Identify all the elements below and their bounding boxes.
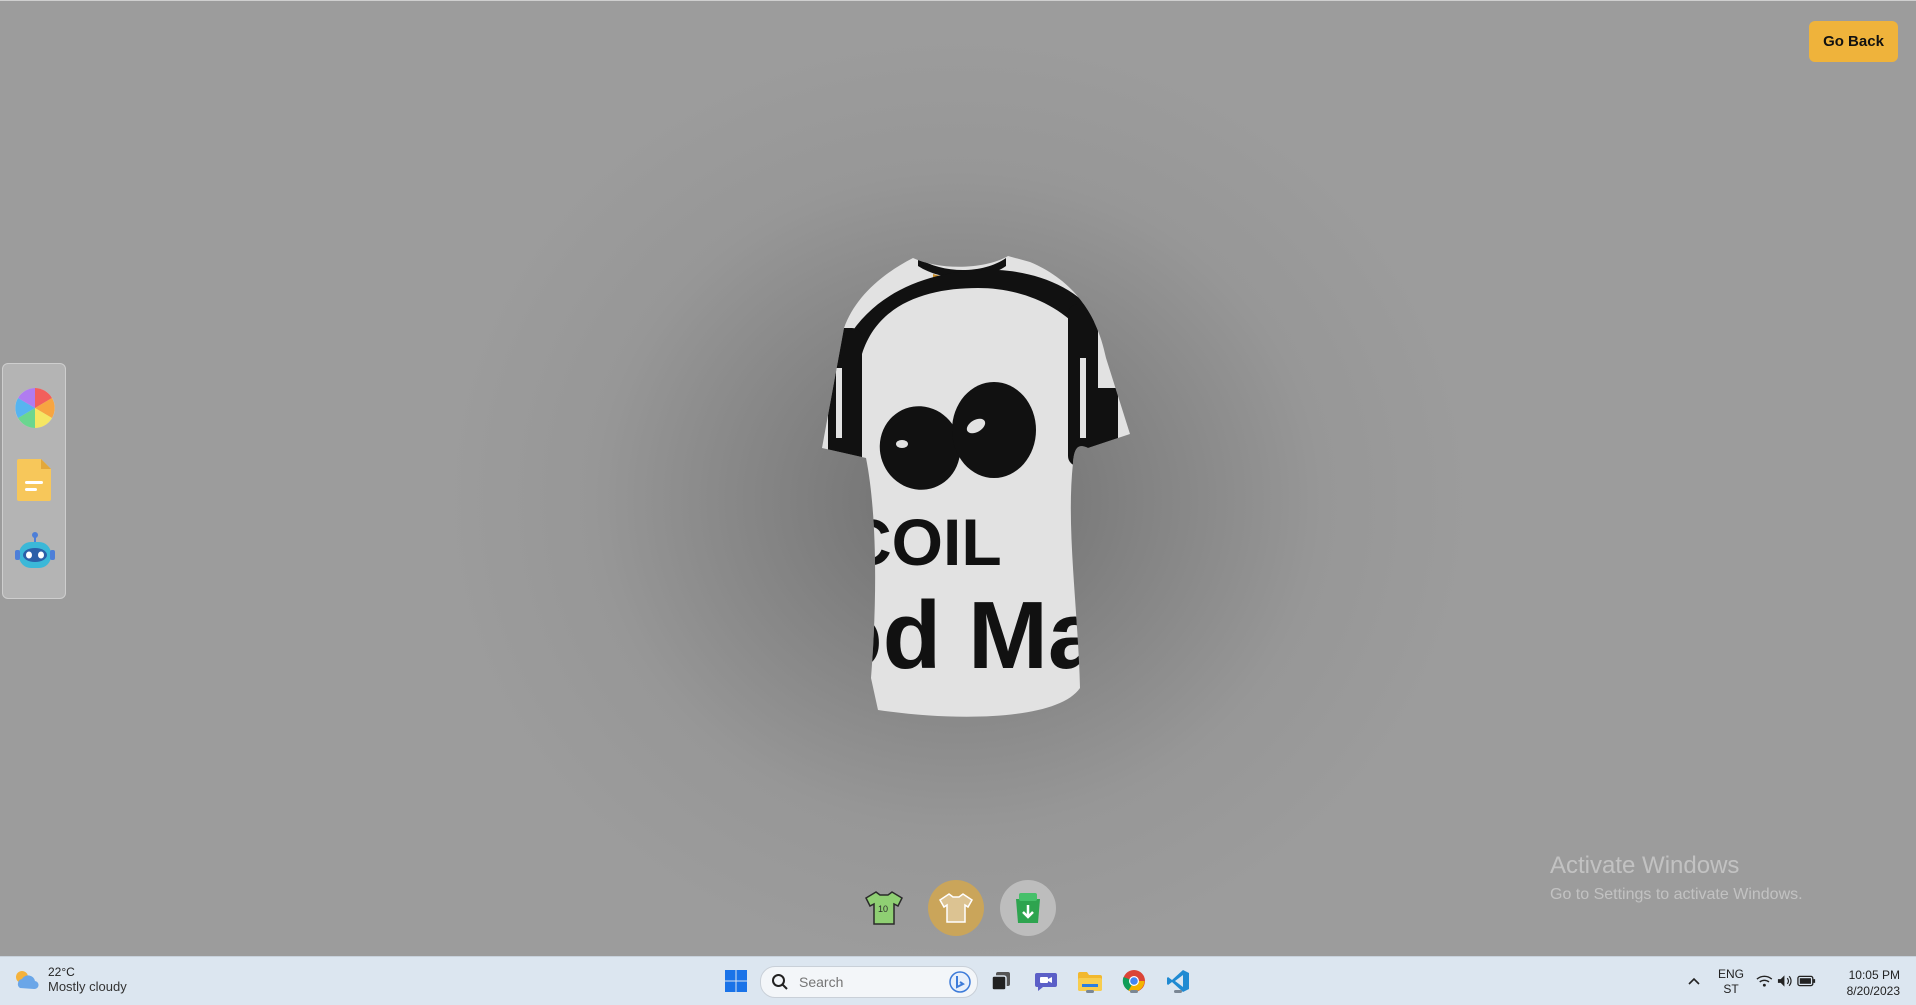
taskbar-clock[interactable]: 10:05 PM 8/20/2023 — [1838, 967, 1900, 999]
file-explorer-button[interactable] — [1076, 967, 1104, 995]
chat-icon — [1035, 973, 1057, 991]
bing-icon[interactable] — [949, 971, 971, 993]
language-indicator[interactable]: ENG ST — [1718, 967, 1744, 997]
canvas-stage[interactable]: Go Back COIL od Ma 10 Activate Windows G… — [0, 0, 1916, 956]
battery-icon — [1797, 975, 1816, 987]
color-wheel-icon — [15, 388, 55, 428]
shirt-text-line1: COIL — [844, 505, 1002, 579]
windows-icon — [725, 970, 747, 992]
shirt-text-line2: od Ma — [824, 582, 1102, 689]
go-back-button[interactable]: Go Back — [1809, 21, 1898, 62]
taskbar-search[interactable] — [760, 966, 978, 998]
clock-time: 10:05 PM — [1848, 968, 1900, 982]
volume-icon — [1777, 975, 1792, 987]
shirt-logo-icon: 10 — [865, 891, 903, 925]
weather-widget[interactable]: 22°C Mostly cloudy — [12, 965, 127, 994]
color-picker-tab[interactable] — [13, 386, 57, 430]
vscode-button[interactable] — [1164, 967, 1192, 995]
search-icon — [772, 974, 788, 990]
language-code: ENG — [1718, 967, 1745, 981]
tshirt-model[interactable]: COIL od Ma — [758, 248, 1170, 728]
weather-temp: 22°C — [48, 965, 75, 979]
download-icon — [1016, 893, 1040, 923]
taskbar: 22°C Mostly cloudy Search ENG ST 10:05 P… — [0, 956, 1916, 1005]
download-tab[interactable] — [1000, 880, 1056, 936]
system-tray-quick-settings[interactable] — [1756, 967, 1816, 995]
shirt-full-icon — [939, 893, 973, 923]
logo-shirt-tab[interactable]: 10 — [856, 880, 912, 936]
activation-watermark: Activate Windows Go to Settings to activ… — [1550, 852, 1803, 904]
chrome-button[interactable] — [1120, 967, 1148, 995]
editor-tabs-panel — [2, 363, 66, 599]
watermark-title: Activate Windows — [1550, 852, 1740, 879]
language-layout: ST — [1723, 982, 1739, 996]
robot-icon — [15, 532, 55, 568]
weather-desc: Mostly cloudy — [48, 979, 127, 994]
show-hidden-icons-button[interactable] — [1680, 967, 1708, 995]
search-input[interactable] — [797, 973, 921, 991]
task-view-button[interactable] — [987, 967, 1015, 995]
watermark-subtitle: Go to Settings to activate Windows. — [1550, 886, 1803, 903]
task-view-icon — [991, 972, 1010, 991]
file-icon — [17, 459, 51, 501]
file-picker-tab[interactable] — [13, 458, 57, 502]
clock-date: 8/20/2023 — [1846, 984, 1900, 998]
cloud-sun-icon — [16, 970, 39, 989]
chevron-up-icon — [1688, 977, 1700, 985]
start-button[interactable] — [722, 967, 750, 995]
folder-icon — [1078, 972, 1102, 991]
teams-chat-button[interactable] — [1032, 967, 1060, 995]
stylish-shirt-tab[interactable] — [928, 880, 984, 936]
shirt-logo-badge: 10 — [878, 904, 888, 914]
tshirt-canvas: COIL od Ma — [822, 256, 1130, 717]
ai-picker-tab[interactable] — [13, 530, 57, 574]
wifi-icon — [1756, 975, 1773, 987]
